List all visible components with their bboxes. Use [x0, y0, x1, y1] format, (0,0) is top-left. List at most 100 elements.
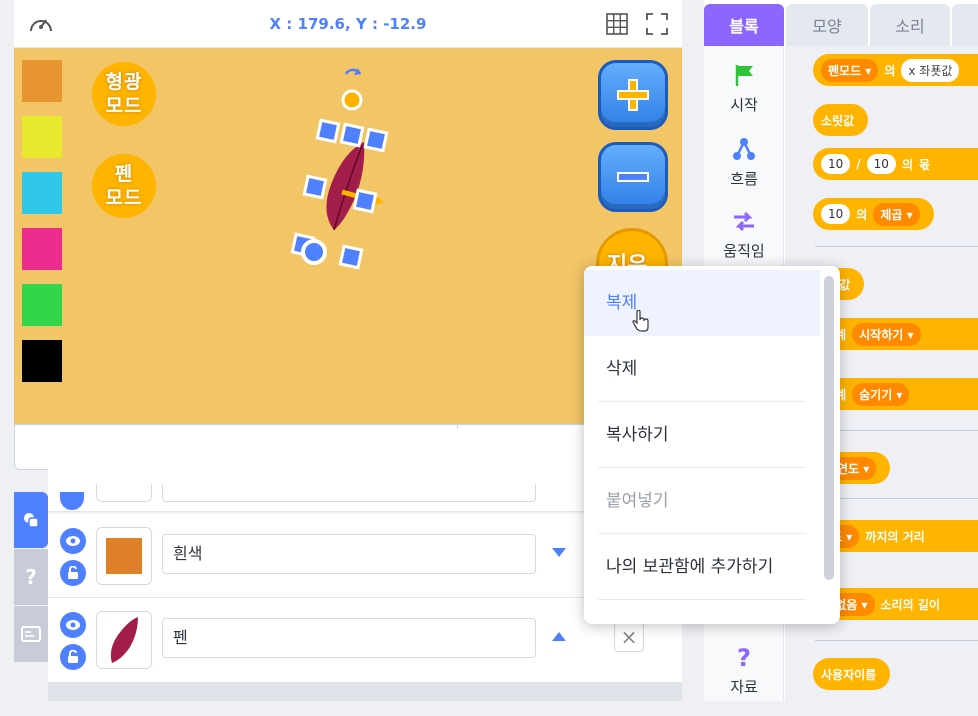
- block-number-input[interactable]: 10: [821, 204, 851, 224]
- list-footer: [48, 682, 682, 701]
- category-label: 자료: [730, 678, 758, 696]
- menu-item-label: 복사하기: [606, 425, 669, 445]
- console-icon: [21, 626, 41, 642]
- delete-object-button[interactable]: ×: [614, 622, 644, 652]
- menu-item-paste: 붙여넣기: [584, 468, 820, 534]
- menu-divider: [598, 599, 806, 600]
- side-tab-objects[interactable]: [14, 492, 48, 548]
- center-point-icon[interactable]: [301, 239, 327, 265]
- unlock-icon[interactable]: [60, 560, 86, 586]
- block-text: x 좌푯값: [901, 58, 960, 82]
- category-label: 움직임: [723, 242, 765, 260]
- block-text: 소릿값: [821, 113, 855, 128]
- side-tab-help[interactable]: ?: [14, 549, 48, 605]
- tab-shape[interactable]: 모양: [786, 4, 868, 46]
- menu-item-label: 나의 보관함에 추가하기: [606, 557, 774, 577]
- block-number-input[interactable]: 10: [866, 154, 896, 174]
- color-swatch-orange[interactable]: [22, 60, 62, 102]
- menu-item-delete[interactable]: 삭제: [584, 336, 820, 402]
- block-dropdown[interactable]: 숨기기 ▾: [852, 382, 910, 406]
- block-text: 의: [856, 207, 868, 222]
- category-start[interactable]: 시작: [704, 50, 784, 124]
- divider: [815, 640, 978, 641]
- category-flow[interactable]: 흐름: [704, 124, 784, 198]
- grid-icon[interactable]: [606, 13, 628, 35]
- eye-icon[interactable]: [60, 612, 86, 638]
- divider: [815, 246, 978, 247]
- category-label: 시작: [730, 96, 758, 114]
- minus-size-button[interactable]: [598, 142, 668, 212]
- pen-sprite[interactable]: [272, 62, 392, 272]
- pen-mode-label-1: 펜: [114, 163, 134, 185]
- block-text: 사용자이름: [821, 667, 877, 682]
- chevron-down-icon[interactable]: [552, 548, 566, 557]
- side-tab-console[interactable]: [14, 606, 48, 662]
- object-name-field[interactable]: 흰색: [162, 534, 536, 574]
- menu-item-copy[interactable]: 복사하기: [584, 402, 820, 468]
- menu-item-add-to-storage[interactable]: 나의 보관함에 추가하기: [584, 534, 820, 600]
- object-thumbnail: [96, 611, 152, 669]
- block-text: 몫: [919, 157, 931, 172]
- menu-item-duplicate[interactable]: 복제: [584, 270, 820, 336]
- block-text: /: [856, 157, 861, 171]
- flow-icon: [733, 138, 755, 160]
- pen-mode-button[interactable]: 펜 모드: [92, 154, 156, 218]
- color-swatch-cyan[interactable]: [22, 172, 62, 214]
- eye-icon[interactable]: [60, 528, 86, 554]
- tab-block[interactable]: 블록: [704, 4, 784, 46]
- feather-icon: [326, 142, 365, 231]
- object-thumbnail: [96, 527, 152, 585]
- block-x-coord[interactable]: 펜모드 ▾ 의 x 좌푯값: [813, 54, 978, 86]
- block-sound-value[interactable]: 소릿값: [813, 104, 869, 136]
- help-icon: ?: [25, 565, 37, 589]
- object-name-field[interactable]: [162, 484, 536, 502]
- color-swatch-green[interactable]: [22, 284, 62, 326]
- feather-icon: [110, 617, 138, 663]
- flag-icon: [735, 65, 753, 86]
- block-text: 의: [901, 157, 913, 172]
- block-quotient[interactable]: 10 / 10 의 몫: [813, 148, 978, 180]
- objects-icon: [24, 513, 39, 528]
- plus-icon: [617, 79, 649, 111]
- neon-mode-label-2: 모드: [105, 95, 143, 117]
- pen-mode-label-2: 모드: [105, 187, 143, 209]
- color-swatch-black[interactable]: [22, 340, 62, 382]
- block-dropdown[interactable]: 펜모드 ▾: [821, 58, 879, 82]
- fullscreen-icon[interactable]: [646, 13, 668, 35]
- block-text: 소리의 길이: [880, 597, 940, 612]
- mouse-coordinates: X : 179.6, Y : -12.9: [269, 15, 427, 33]
- question-icon: ?: [737, 644, 751, 672]
- block-dropdown[interactable]: 제곱 ▾: [873, 202, 920, 226]
- minus-icon: [617, 172, 649, 182]
- object-thumbnail: [96, 484, 152, 502]
- chevron-up-icon[interactable]: [552, 632, 566, 641]
- category-move[interactable]: 움직임: [704, 196, 784, 270]
- color-swatch-pink[interactable]: [22, 228, 62, 270]
- block-square[interactable]: 10 의 제곱 ▾: [813, 198, 934, 230]
- block-text: 까지의 거리: [865, 529, 925, 544]
- hand-cursor-icon: [632, 310, 649, 332]
- block-dropdown[interactable]: 시작하기 ▾: [852, 322, 921, 346]
- context-menu: 복제 삭제 복사하기 붙여넣기 나의 보관함에 추가하기: [584, 266, 840, 624]
- category-data[interactable]: ? 자료: [704, 642, 784, 716]
- rotate-handle-icon[interactable]: [341, 68, 363, 111]
- plus-size-button[interactable]: [598, 60, 668, 130]
- object-name-field[interactable]: 펜: [162, 618, 536, 658]
- lock-icon[interactable]: [60, 492, 84, 510]
- menu-item-label: 삭제: [606, 359, 638, 379]
- unlock-icon[interactable]: [60, 644, 86, 670]
- block-username[interactable]: 사용자이름: [813, 658, 891, 690]
- block-number-input[interactable]: 10: [821, 154, 851, 174]
- tab-sound[interactable]: 소리: [870, 4, 950, 46]
- neon-mode-label-1: 형광: [105, 71, 143, 93]
- orange-square-thumb: [106, 538, 142, 574]
- neon-mode-button[interactable]: 형광 모드: [92, 62, 156, 126]
- block-text: 의: [884, 63, 896, 78]
- menu-scrollbar[interactable]: [824, 276, 834, 580]
- stage-canvas[interactable]: 형광 모드 펜 모드: [14, 48, 682, 424]
- tab-more[interactable]: [952, 4, 978, 46]
- color-swatch-yellow[interactable]: [22, 116, 62, 158]
- move-icon: [734, 211, 754, 232]
- category-label: 흐름: [730, 170, 758, 188]
- menu-item-label: 붙여넣기: [606, 491, 669, 511]
